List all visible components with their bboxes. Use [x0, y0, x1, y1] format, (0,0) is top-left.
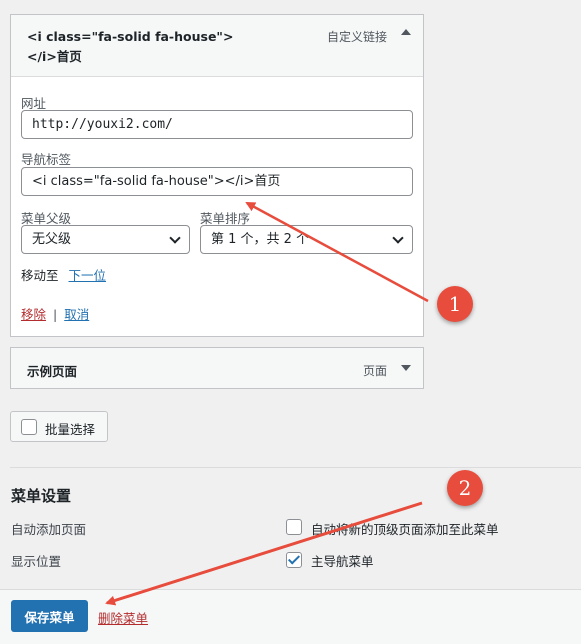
- item-actions: 移除 | 取消: [21, 304, 89, 323]
- collapse-arrow-icon[interactable]: [401, 29, 411, 35]
- menu-item-type: 页面: [362, 364, 387, 378]
- auto-add-label: 自动添加页面: [11, 522, 87, 537]
- parent-select[interactable]: 无父级: [21, 225, 190, 254]
- move-row: 移动至 下一位: [21, 265, 106, 284]
- annotation-badge-2: 2: [447, 470, 483, 506]
- bulk-select-checkbox[interactable]: [21, 419, 37, 435]
- move-next-link[interactable]: 下一位: [69, 268, 107, 283]
- menu-settings-title: 菜单设置: [11, 487, 72, 505]
- bulk-select-label: 批量选择: [45, 422, 96, 437]
- expand-arrow-icon[interactable]: [401, 365, 411, 371]
- auto-add-option[interactable]: 自动将新的顶级页面添加至此菜单: [311, 519, 499, 538]
- menu-item-title: <i class="fa-solid fa-house"></i>首页: [27, 29, 234, 64]
- chevron-down-icon: [392, 232, 404, 244]
- menu-footer: 保存菜单 删除菜单: [0, 589, 581, 644]
- nav-label-input[interactable]: <i class="fa-solid fa-house"></i>首页: [21, 167, 413, 196]
- menu-item-title: 示例页面: [27, 364, 78, 379]
- section-divider: [10, 467, 581, 468]
- primary-nav-option[interactable]: 主导航菜单: [311, 551, 374, 570]
- remove-link[interactable]: 移除: [21, 307, 46, 322]
- action-separator: |: [53, 307, 58, 322]
- primary-nav-checkbox[interactable]: [286, 552, 302, 568]
- nav-label-label: 导航标签: [21, 152, 72, 167]
- chevron-down-icon: [169, 232, 181, 244]
- url-input[interactable]: http://youxi2.com/: [21, 110, 413, 139]
- order-select-value: 第 1 个，共 2 个: [211, 232, 310, 247]
- save-menu-button[interactable]: 保存菜单: [11, 600, 88, 632]
- arrow-to-save-button: [105, 501, 423, 606]
- parent-select-value: 无父级: [32, 232, 72, 247]
- move-label: 移动至: [21, 268, 59, 283]
- auto-add-checkbox[interactable]: [286, 519, 302, 535]
- location-label: 显示位置: [11, 554, 62, 569]
- annotation-badge-1: 1: [437, 286, 473, 322]
- order-select[interactable]: 第 1 个，共 2 个: [200, 225, 413, 254]
- menu-item-sample-page[interactable]: 示例页面 页面: [10, 347, 424, 389]
- cancel-link[interactable]: 取消: [64, 307, 89, 322]
- menu-item-type: 自定义链接: [326, 30, 387, 44]
- menu-item-home: <i class="fa-solid fa-house"></i>首页 自定义链…: [10, 14, 424, 337]
- bulk-select-button[interactable]: 批量选择: [10, 411, 108, 442]
- delete-menu-link[interactable]: 删除菜单: [98, 608, 148, 627]
- menu-item-header[interactable]: <i class="fa-solid fa-house"></i>首页 自定义链…: [11, 15, 423, 77]
